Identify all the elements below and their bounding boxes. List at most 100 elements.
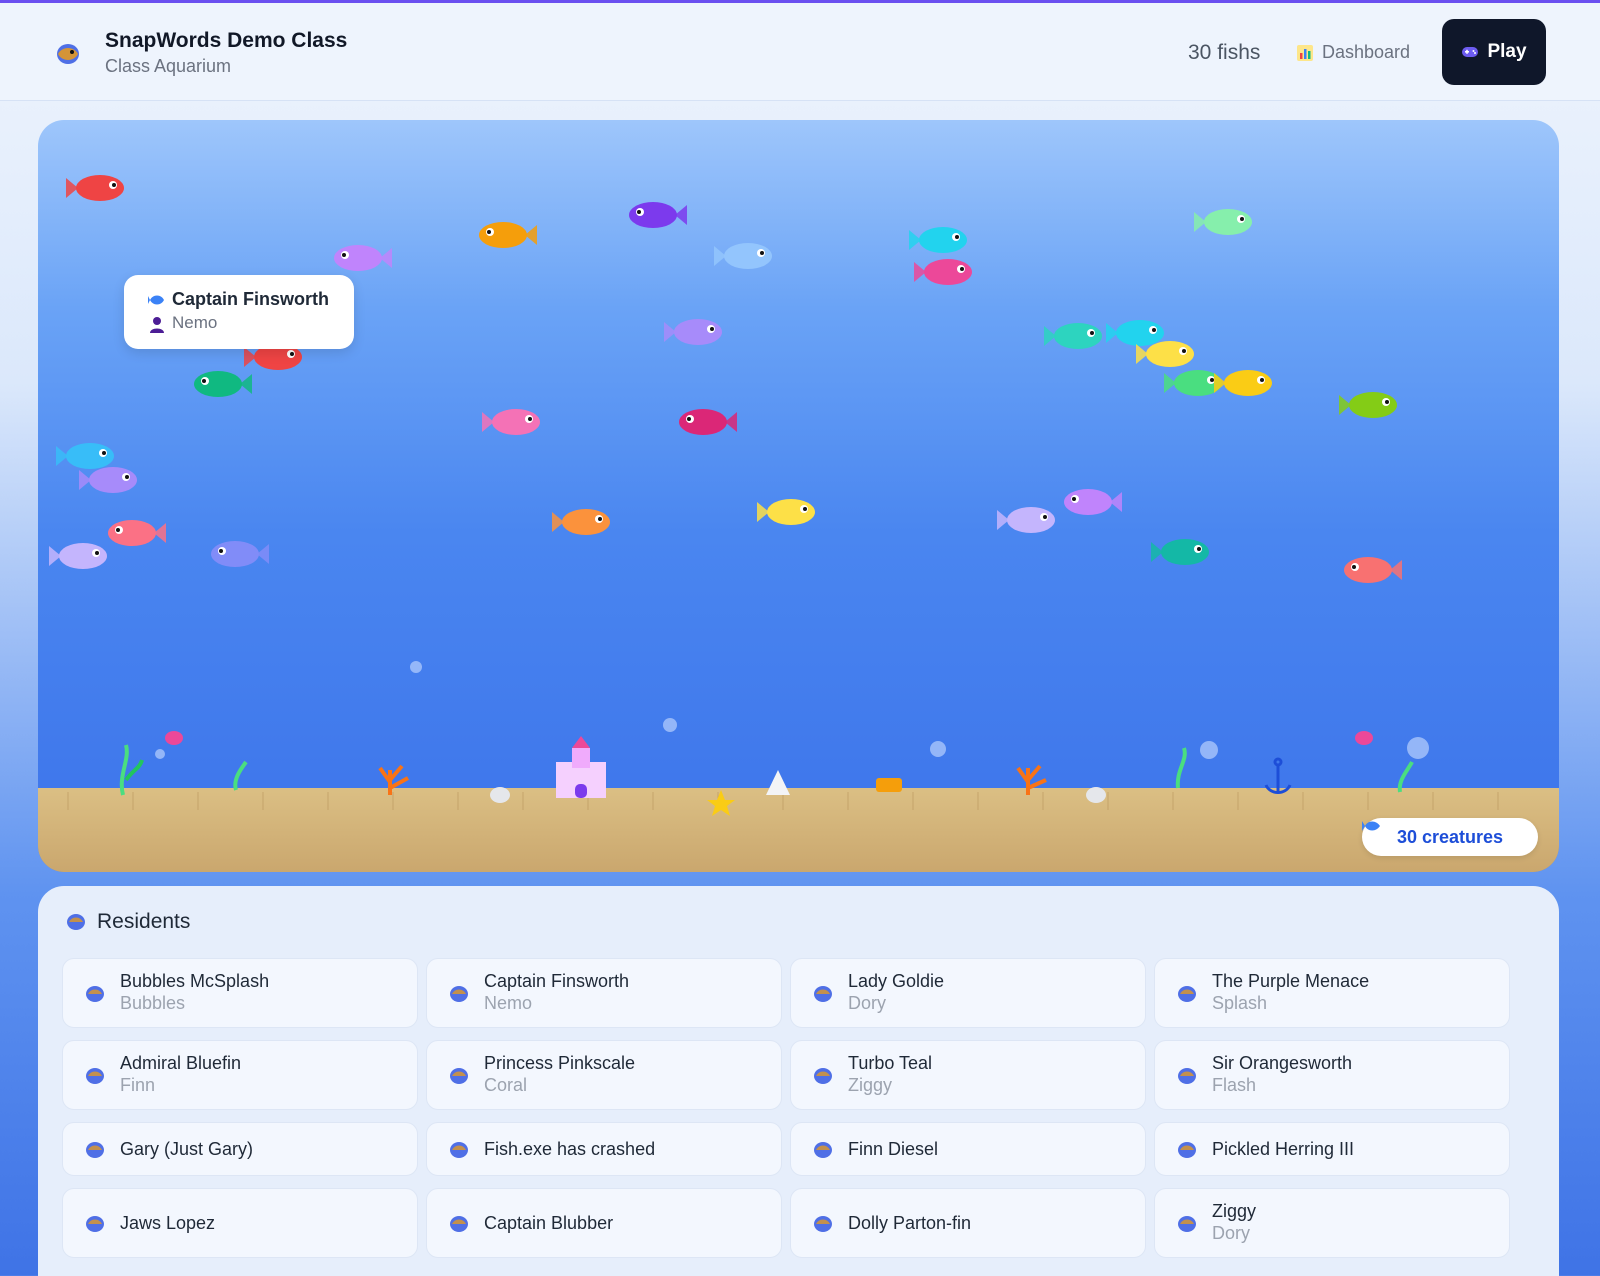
fish-sprite[interactable] (1164, 370, 1222, 396)
fish-count: 30 fishs (1188, 41, 1261, 64)
resident-card[interactable]: Bubbles McSplash Bubbles (62, 958, 418, 1028)
fish-tooltip: Captain Finsworth Nemo (124, 275, 354, 349)
fish-icon (450, 1216, 468, 1232)
fish-icon (814, 986, 832, 1002)
creatures-badge: 30 creatures (1362, 818, 1538, 856)
residents-title: Residents (97, 910, 191, 933)
resident-owner: Finn (120, 1075, 156, 1095)
fish-sprite[interactable] (1044, 323, 1102, 349)
fish-sprite[interactable] (1151, 539, 1209, 565)
fish-sprite[interactable] (334, 245, 392, 271)
resident-card[interactable]: Captain Blubber (426, 1188, 782, 1258)
fish-sprite[interactable] (79, 467, 137, 493)
fish-icon (450, 986, 468, 1002)
fish-sprite[interactable] (909, 227, 967, 253)
fish-sprite[interactable] (914, 259, 972, 285)
fish-sprite[interactable] (679, 409, 737, 435)
resident-card[interactable]: Gary (Just Gary) (62, 1122, 418, 1176)
creatures-count: 30 creatures (1396, 826, 1504, 847)
fish-icon (86, 1068, 104, 1084)
resident-card[interactable]: Dolly Parton-fin (790, 1188, 1146, 1258)
fish-sprite[interactable] (1344, 557, 1402, 583)
class-title: SnapWords Demo Class (105, 29, 348, 52)
bar-chart-icon (1297, 44, 1313, 61)
resident-card[interactable]: Princess Pinkscale Coral (426, 1040, 782, 1110)
resident-owner: Coral (484, 1075, 528, 1095)
residents-panel: Residents Bubbles McSplash Bubbles Captain… (38, 886, 1559, 1276)
dashboard-label: Dashboard (1322, 42, 1411, 62)
resident-owner: Ziggy (848, 1075, 893, 1095)
resident-card[interactable]: Pickled Herring III (1154, 1122, 1510, 1176)
resident-name: The Purple Menace (1212, 971, 1370, 991)
fish-icon (450, 1142, 468, 1158)
fish-sprite[interactable] (56, 443, 114, 469)
fish-sprite[interactable] (629, 202, 687, 228)
fish-sprite[interactable] (757, 499, 815, 525)
fish-icon (86, 1142, 104, 1158)
fish-icon (814, 1068, 832, 1084)
resident-card[interactable]: Ziggy Dory (1154, 1188, 1510, 1258)
dashboard-link[interactable]: Dashboard (1296, 42, 1410, 63)
resident-card[interactable]: Fish.exe has crashed (426, 1122, 782, 1176)
resident-card[interactable]: Finn Diesel (790, 1122, 1146, 1176)
fish-sprite[interactable] (108, 520, 166, 546)
resident-name: Dolly Parton-fin (848, 1213, 972, 1233)
fish-icon (1362, 821, 1380, 831)
fish-icon (1178, 986, 1196, 1002)
resident-owner: Splash (1212, 993, 1268, 1013)
fish-sprite[interactable] (552, 509, 610, 535)
resident-card[interactable]: Sir Orangesworth Flash (1154, 1040, 1510, 1110)
resident-card[interactable]: Lady Goldie Dory (790, 958, 1146, 1028)
resident-card[interactable]: Jaws Lopez (62, 1188, 418, 1258)
resident-name: Lady Goldie (848, 971, 945, 991)
resident-owner: Flash (1212, 1075, 1257, 1095)
aquarium-tank: Captain Finsworth Nemo 30 creatures (38, 120, 1559, 872)
fish-sprite[interactable] (1064, 489, 1122, 515)
resident-name: Gary (Just Gary) (120, 1139, 254, 1159)
fish-icon (1178, 1216, 1196, 1232)
app-header: SnapWords Demo Class Class Aquarium 30 f… (0, 3, 1600, 101)
fish-logo-icon (57, 44, 79, 64)
student-icon (150, 317, 164, 333)
fish-sprite[interactable] (1106, 320, 1164, 346)
resident-name: Fish.exe has crashed (484, 1139, 656, 1159)
resident-name: Princess Pinkscale (484, 1053, 636, 1073)
resident-name: Captain Finsworth (484, 971, 630, 991)
resident-name: Pickled Herring III (1212, 1139, 1355, 1159)
tooltip-owner: Nemo (172, 313, 218, 332)
fish-sprite[interactable] (49, 543, 107, 569)
play-label: Play (1487, 41, 1527, 62)
fish-icon (86, 1216, 104, 1232)
fish-sprite[interactable] (211, 541, 269, 567)
fish-sprite[interactable] (194, 371, 252, 397)
fish-sprite[interactable] (1339, 392, 1397, 418)
fish-icon (67, 914, 85, 930)
resident-owner: Dory (848, 993, 887, 1013)
fish-sprite[interactable] (714, 243, 772, 269)
fish-sprite[interactable] (482, 409, 540, 435)
class-subtitle: Class Aquarium (105, 56, 232, 76)
play-button[interactable]: Play (1442, 19, 1546, 85)
fish-sprite[interactable] (66, 175, 124, 201)
resident-card[interactable]: Turbo Teal Ziggy (790, 1040, 1146, 1110)
fish-sprite[interactable] (1214, 370, 1272, 396)
fish-icon (148, 295, 164, 305)
resident-owner: Dory (1212, 1223, 1251, 1243)
fish-sprite[interactable] (997, 507, 1055, 533)
residents-heading: Residents (65, 910, 190, 934)
fish-icon (814, 1142, 832, 1158)
resident-card[interactable]: Captain Finsworth Nemo (426, 958, 782, 1028)
resident-name: Ziggy (1212, 1201, 1257, 1221)
tooltip-fish-name: Captain Finsworth (172, 289, 329, 309)
resident-name: Finn Diesel (848, 1139, 939, 1159)
fish-icon (450, 1068, 468, 1084)
fish-sprite[interactable] (664, 319, 722, 345)
resident-card[interactable]: The Purple Menace Splash (1154, 958, 1510, 1028)
fish-layer (49, 175, 1402, 583)
resident-card[interactable]: Admiral Bluefin Finn (62, 1040, 418, 1110)
fish-sprite[interactable] (479, 222, 537, 248)
fish-icon (86, 986, 104, 1002)
fish-sprite[interactable] (1194, 209, 1252, 235)
resident-owner: Nemo (484, 993, 533, 1013)
resident-name: Sir Orangesworth (1212, 1053, 1353, 1073)
